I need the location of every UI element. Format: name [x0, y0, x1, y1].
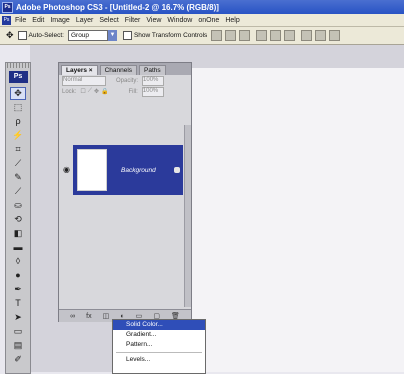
distribute-top-icon[interactable]: [301, 30, 313, 41]
path-selection-tool-icon[interactable]: ➤: [10, 311, 26, 324]
distribute-middle-icon[interactable]: [315, 30, 327, 41]
menu-filter[interactable]: Filter: [125, 17, 141, 24]
align-buttons: [211, 30, 251, 41]
magic-wand-tool-icon[interactable]: ⚡: [10, 129, 26, 142]
layer-thumbnail: [77, 149, 107, 191]
menu-window[interactable]: Window: [167, 17, 192, 24]
clone-stamp-tool-icon[interactable]: ⛀: [10, 199, 26, 212]
align-center-icon[interactable]: [270, 30, 282, 41]
layers-panel-tabs: Layers × Channels Paths: [59, 63, 191, 75]
menu-image[interactable]: Image: [50, 17, 69, 24]
lasso-tool-icon[interactable]: ρ: [10, 115, 26, 128]
adjustment-menu: Solid Color... Gradient... Pattern... Le…: [112, 319, 206, 374]
tools-panel: Ps ✥ ⬚ ρ ⚡ ⌗ ⟋ ✎ ⟋ ⛀ ⟲ ◧ ▬ ◊ ● ✒ T ➤ ▭ ▤…: [5, 62, 31, 374]
lock-pixels-icon[interactable]: ☐: [80, 88, 85, 95]
background-lock-icon: [173, 167, 180, 173]
title-bar: Ps Adobe Photoshop CS3 - [Untitled-2 @ 1…: [0, 0, 404, 14]
move-tool-icon[interactable]: ✥: [6, 30, 14, 41]
menu-select[interactable]: Select: [99, 17, 118, 24]
show-transform-label: Show Transform Controls: [133, 32, 208, 39]
eraser-tool-icon[interactable]: ◧: [10, 227, 26, 240]
align-buttons-2: [256, 30, 296, 41]
tab-channels[interactable]: Channels: [99, 65, 138, 75]
type-tool-icon[interactable]: T: [10, 297, 26, 310]
menu-separator: [116, 352, 202, 353]
fx-icon[interactable]: fx: [86, 313, 91, 320]
slice-tool-icon[interactable]: ⟋: [10, 157, 26, 170]
layers-scrollbar[interactable]: [184, 125, 191, 307]
pen-tool-icon[interactable]: ✒: [10, 283, 26, 296]
blend-mode-select[interactable]: Normal: [62, 75, 106, 86]
auto-select-label: Auto-Select:: [28, 32, 64, 39]
auto-select-checkbox[interactable]: [17, 31, 27, 40]
align-left-icon[interactable]: [256, 30, 268, 41]
blend-row: Normal Opacity: 100%: [59, 75, 191, 86]
ps-logo-icon[interactable]: Ps: [2, 15, 11, 25]
lock-row: Lock: ☐ ⟋ ✥ 🔒 Fill: 100%: [59, 86, 191, 97]
menu-help[interactable]: Help: [225, 17, 239, 24]
distribute-buttons: [301, 30, 341, 41]
menu-view[interactable]: View: [146, 17, 161, 24]
align-right-icon[interactable]: [284, 30, 296, 41]
brush-tool-icon[interactable]: ⟋: [10, 185, 26, 198]
link-layers-icon[interactable]: ∞: [70, 313, 75, 320]
fill-field[interactable]: 100%: [141, 86, 164, 97]
menu-edit[interactable]: Edit: [32, 17, 44, 24]
move-tool-icon[interactable]: ✥: [10, 87, 26, 100]
eye-icon[interactable]: ◉: [60, 145, 73, 195]
lock-all-icon[interactable]: 🔒: [101, 88, 108, 95]
menu-item-solid-color[interactable]: Solid Color...: [113, 320, 205, 330]
menu-onone[interactable]: onOne: [198, 17, 219, 24]
menu-item-pattern[interactable]: Pattern...: [113, 340, 205, 350]
gradient-tool-icon[interactable]: ▬: [10, 241, 26, 254]
healing-brush-tool-icon[interactable]: ✎: [10, 171, 26, 184]
align-top-icon[interactable]: [211, 30, 223, 41]
opacity-label: Opacity:: [116, 77, 139, 84]
ps-logo: Ps: [8, 71, 28, 83]
tab-layers[interactable]: Layers ×: [61, 65, 98, 75]
lock-label: Lock:: [62, 88, 77, 95]
fill-label: Fill:: [128, 88, 138, 95]
tools-drag-handle[interactable]: [7, 63, 29, 68]
dodge-tool-icon[interactable]: ●: [10, 269, 26, 282]
layers-panel: Layers × Channels Paths Normal Opacity: …: [58, 62, 192, 322]
menu-file[interactable]: File: [15, 17, 26, 24]
tab-paths[interactable]: Paths: [139, 65, 166, 75]
show-transform-checkbox[interactable]: [122, 31, 132, 40]
options-bar: ✥ Auto-Select: Group ▼ Show Transform Co…: [0, 27, 404, 45]
layer-name: Background: [121, 166, 156, 174]
app-icon: Ps: [2, 1, 13, 13]
history-brush-tool-icon[interactable]: ⟲: [10, 213, 26, 226]
document-canvas[interactable]: [185, 68, 404, 372]
lock-move-icon[interactable]: ✥: [94, 88, 99, 95]
menu-layer[interactable]: Layer: [76, 17, 94, 24]
marquee-tool-icon[interactable]: ⬚: [10, 101, 26, 114]
menu-item-levels[interactable]: Levels...: [113, 355, 205, 365]
layer-mask-icon[interactable]: ◫: [103, 312, 110, 320]
blur-tool-icon[interactable]: ◊: [10, 255, 26, 268]
align-bottom-icon[interactable]: [239, 30, 251, 41]
layer-row-background[interactable]: ◉ Background: [60, 145, 183, 195]
menu-item-gradient[interactable]: Gradient...: [113, 330, 205, 340]
eyedropper-tool-icon[interactable]: ✐: [10, 353, 26, 366]
align-middle-icon[interactable]: [225, 30, 237, 41]
layers-list-area: [60, 195, 183, 307]
lock-brush-icon[interactable]: ⟋: [88, 88, 92, 95]
distribute-bottom-icon[interactable]: [329, 30, 341, 41]
auto-select-dropdown[interactable]: Group: [67, 30, 108, 41]
dropdown-arrow-icon[interactable]: ▼: [107, 30, 117, 41]
window-title: Adobe Photoshop CS3 - [Untitled-2 @ 16.7…: [16, 2, 219, 12]
notes-tool-icon[interactable]: ▤: [10, 339, 26, 352]
shape-tool-icon[interactable]: ▭: [10, 325, 26, 338]
menu-bar: Ps File Edit Image Layer Select Filter V…: [0, 14, 404, 27]
crop-tool-icon[interactable]: ⌗: [10, 143, 26, 156]
opacity-field[interactable]: 100%: [142, 75, 165, 86]
